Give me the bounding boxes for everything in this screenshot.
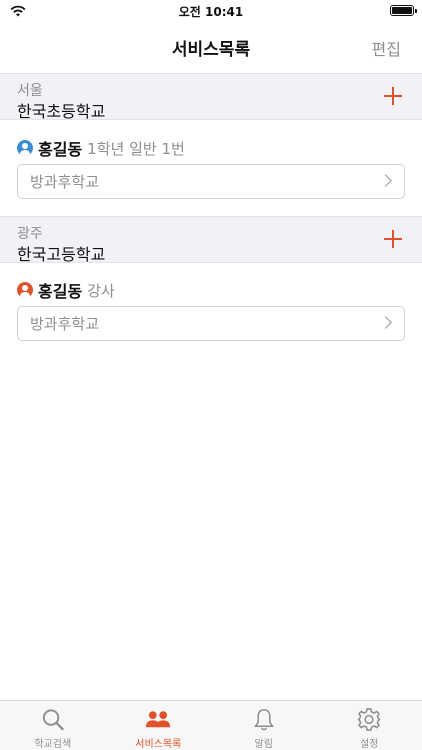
add-service-button[interactable] — [382, 85, 404, 107]
tab-label: 학교검색 — [34, 739, 72, 750]
member-role: 강사 — [87, 281, 115, 300]
add-service-button[interactable] — [382, 228, 404, 250]
tab-label: 설정 — [360, 739, 379, 750]
school-section-header: 서울 한국초등학교 — [0, 73, 422, 121]
chevron-right-icon — [379, 174, 392, 187]
service-button[interactable]: 방과후학교 — [17, 306, 405, 341]
service-label: 방과후학교 — [30, 173, 100, 191]
bell-icon — [254, 709, 274, 731]
wifi-icon — [10, 5, 26, 17]
people-icon — [146, 711, 171, 728]
service-button[interactable]: 방과후학교 — [17, 164, 405, 199]
tab-school-search[interactable]: 학교검색 — [0, 701, 106, 750]
member-row: 홍길동 강사 — [17, 279, 115, 301]
navigation-bar: 서비스목록 편집 — [0, 22, 422, 72]
battery-cap — [415, 9, 417, 13]
tab-settings[interactable]: 설정 — [317, 701, 422, 750]
tab-service-list[interactable]: 서비스목록 — [106, 701, 212, 750]
page-title: 서비스목록 — [171, 39, 251, 60]
member-name: 홍길동 — [38, 140, 83, 159]
search-icon — [42, 709, 64, 731]
status-bar: 오전 10:41 — [0, 0, 422, 22]
tab-label: 알림 — [254, 739, 273, 750]
region-label: 광주 — [17, 226, 43, 242]
edit-button[interactable]: 편집 — [372, 36, 401, 60]
tab-label: 서비스목록 — [135, 739, 182, 750]
member-name: 홍길동 — [38, 282, 83, 301]
school-section-header: 광주 한국고등학교 — [0, 216, 422, 264]
battery-icon — [390, 5, 414, 16]
service-label: 방과후학교 — [30, 315, 100, 333]
region-label: 서울 — [17, 83, 43, 99]
tab-notifications[interactable]: 알림 — [211, 701, 317, 750]
user-avatar-icon — [17, 140, 33, 156]
tab-bar: 학교검색 서비스목록 알림 설정 — [0, 700, 422, 750]
school-name: 한국초등학교 — [17, 102, 106, 121]
user-avatar-icon — [17, 282, 33, 298]
school-name: 한국고등학교 — [17, 245, 106, 264]
status-time: 오전 10:41 — [178, 4, 244, 19]
gear-icon — [357, 708, 381, 731]
chevron-right-icon — [379, 316, 392, 329]
member-role: 1학년 일반 1번 — [87, 139, 185, 158]
member-row: 홍길동 1학년 일반 1번 — [17, 137, 185, 159]
